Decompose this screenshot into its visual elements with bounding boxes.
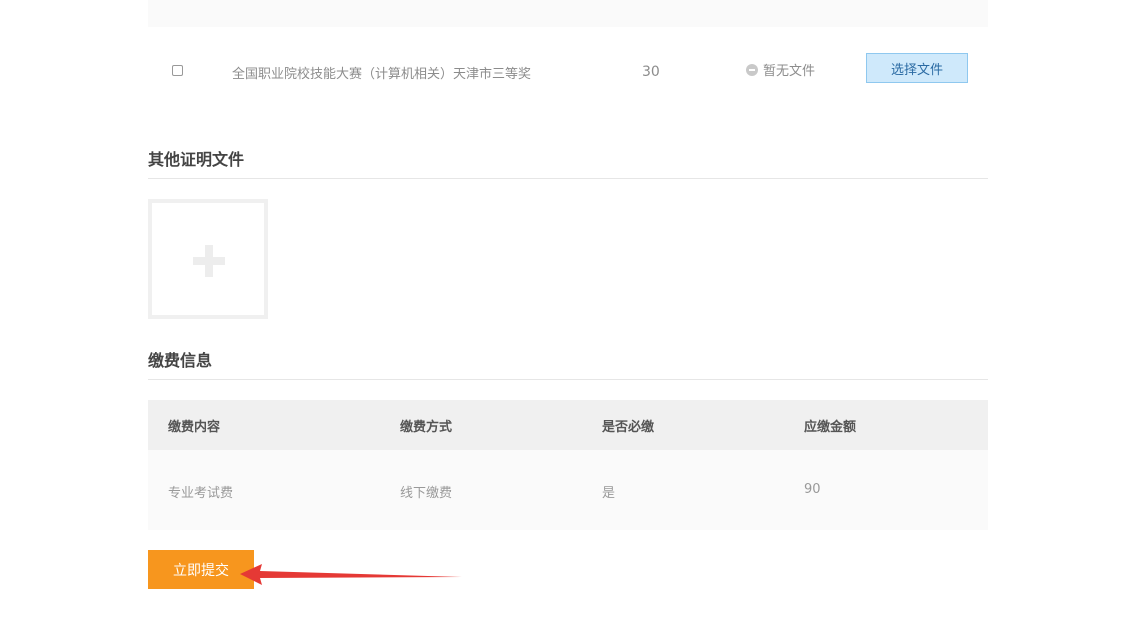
certificate-name: 全国职业院校技能大赛（计算机相关）天津市三等奖 — [232, 67, 532, 82]
minus-circle-icon — [746, 63, 758, 76]
plus-icon — [193, 245, 225, 277]
upload-file-button[interactable] — [148, 199, 268, 319]
fee-cell-required: 是 — [602, 486, 616, 501]
annotation-arrow-icon — [240, 564, 462, 585]
fee-cell-content: 专业考试费 — [168, 486, 234, 501]
section-divider — [148, 379, 988, 380]
section-divider — [148, 178, 988, 179]
fee-info-title: 缴费信息 — [148, 351, 213, 370]
fee-table: 缴费内容 缴费方式 是否必缴 应缴金额 专业考试费 线下缴费 是 90 — [148, 400, 988, 530]
fee-header-amount: 应缴金额 — [804, 420, 857, 435]
table-row: 专业考试费 线下缴费 是 90 — [148, 450, 988, 530]
fee-header-content: 缴费内容 — [168, 420, 221, 435]
fee-cell-method: 线下缴费 — [400, 486, 453, 501]
fee-cell-amount: 90 — [804, 482, 821, 497]
file-status: 暂无文件 — [746, 60, 815, 79]
fee-header-required: 是否必缴 — [602, 420, 655, 435]
fee-table-header: 缴费内容 缴费方式 是否必缴 应缴金额 — [148, 400, 988, 450]
certificate-row: 全国职业院校技能大赛（计算机相关）天津市三等奖 30 暂无文件 选择文件 — [148, 27, 988, 115]
fee-header-method: 缴费方式 — [400, 420, 453, 435]
certificate-score: 30 — [642, 64, 660, 80]
submit-button[interactable]: 立即提交 — [148, 550, 254, 589]
certificate-checkbox[interactable] — [172, 65, 183, 76]
choose-file-button[interactable]: 选择文件 — [866, 53, 968, 83]
other-docs-title: 其他证明文件 — [148, 150, 245, 169]
file-status-text: 暂无文件 — [763, 64, 816, 79]
certificate-table-header-strip — [148, 0, 988, 27]
